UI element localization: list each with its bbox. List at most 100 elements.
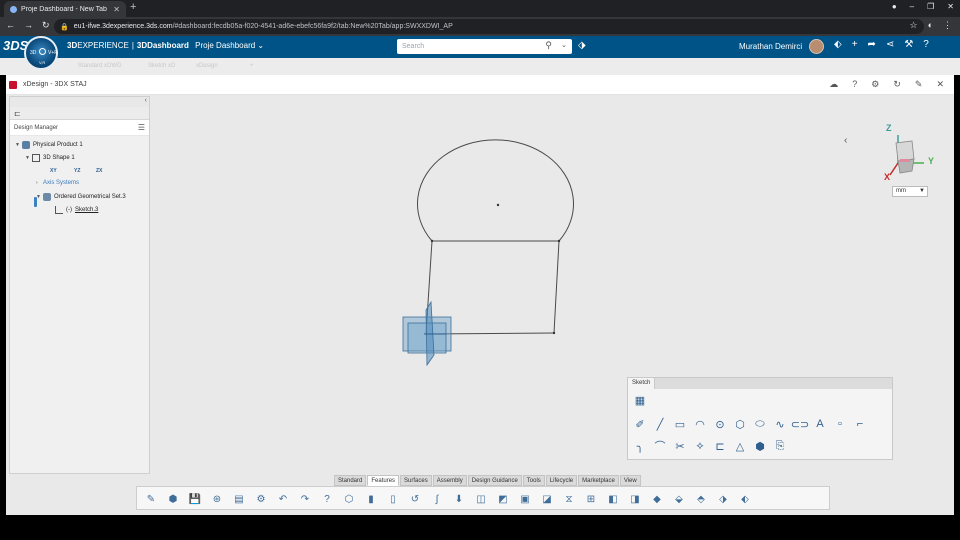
offset-tool-icon[interactable]: ⌒: [652, 438, 668, 454]
rib-icon[interactable]: ◨: [627, 491, 643, 507]
tab-features[interactable]: Features: [367, 475, 400, 486]
help-icon[interactable]: ?: [923, 39, 929, 50]
minimize-button[interactable]: –: [910, 2, 914, 11]
dashboard-name[interactable]: Proje Dashboard: [195, 41, 255, 50]
user-name[interactable]: Murathan Demirci: [739, 42, 802, 51]
plane-zx-icon[interactable]: ZX: [96, 168, 102, 174]
arc-tool-icon[interactable]: ◠: [692, 416, 708, 432]
dashboard-tab-2[interactable]: Sketch xD: [148, 63, 175, 69]
tab-design-guidance[interactable]: Design Guidance: [467, 475, 522, 486]
share-arrow-icon[interactable]: ➦: [868, 39, 876, 50]
new-tab-button[interactable]: +: [130, 1, 136, 13]
mirror-icon[interactable]: ⧖: [561, 491, 577, 507]
constraint-tool-icon[interactable]: △: [732, 438, 748, 454]
settings-icon[interactable]: ⚙: [871, 79, 879, 90]
draft-icon[interactable]: ◪: [539, 491, 555, 507]
refresh-icon[interactable]: ↻: [893, 79, 901, 90]
relations-tool-icon[interactable]: ⟡: [692, 438, 708, 454]
pin-icon[interactable]: ✎: [915, 79, 923, 90]
app-help-icon[interactable]: ?: [852, 79, 857, 90]
maximize-button[interactable]: ❐: [927, 2, 934, 11]
spline-tool-icon[interactable]: ∿: [772, 416, 788, 432]
exit-sketch-icon[interactable]: ⎘: [772, 438, 788, 454]
sketch-grid-icon[interactable]: ▦: [632, 392, 648, 408]
tag-icon[interactable]: ⬗: [578, 40, 586, 51]
point-tool-icon[interactable]: ▫: [832, 416, 848, 432]
dashboard-tab-1[interactable]: Standard xDWG: [78, 63, 122, 69]
smart-dimension-icon[interactable]: ✐: [632, 416, 648, 432]
search-input[interactable]: Search ⚲ ⌄: [397, 39, 572, 54]
expand-icon[interactable]: ›: [36, 180, 43, 186]
convert-entities-icon[interactable]: ⌐: [852, 416, 868, 432]
notifications-icon[interactable]: ⬖: [834, 39, 842, 50]
profile-icon[interactable]: ●: [892, 2, 897, 11]
circle-tool-icon[interactable]: ⊙: [712, 416, 728, 432]
dashboard-tab-add[interactable]: +: [250, 63, 254, 69]
tab-assembly[interactable]: Assembly: [432, 475, 467, 486]
tab-close-icon[interactable]: ✕: [113, 5, 120, 14]
fillet-tool-icon[interactable]: ╮: [632, 438, 648, 454]
trim-tool-icon[interactable]: ✂: [672, 438, 688, 454]
combine-icon[interactable]: ⬘: [693, 491, 709, 507]
sketch-arc[interactable]: [417, 139, 574, 242]
shell-icon[interactable]: ▣: [517, 491, 533, 507]
tab-standard[interactable]: Standard: [334, 475, 367, 486]
cloud-icon[interactable]: ☁: [829, 79, 838, 90]
cube-view-icon[interactable]: ⬡: [341, 491, 357, 507]
mirror-tool-icon[interactable]: ⊏: [712, 438, 728, 454]
sweep-icon[interactable]: ∫: [429, 491, 445, 507]
sketch-line-right[interactable]: [553, 240, 560, 334]
search-icon[interactable]: ⚲: [545, 40, 552, 51]
extrude-icon[interactable]: ▮: [363, 491, 379, 507]
thicken-icon[interactable]: ⬖: [737, 491, 753, 507]
navigation-cube[interactable]: Z Y X: [878, 123, 938, 183]
compass-icon[interactable]: 3D V+R V,R: [24, 36, 58, 70]
pattern-icon[interactable]: ⊞: [583, 491, 599, 507]
tree-node-sketch[interactable]: (-) Sketch.3: [55, 206, 98, 214]
app-close-icon[interactable]: ✕: [936, 79, 944, 90]
origin-planes[interactable]: [402, 300, 452, 367]
cut-extrude-icon[interactable]: ▯: [385, 491, 401, 507]
tab-lifecycle[interactable]: Lifecycle: [545, 475, 578, 486]
3d-sketch-icon[interactable]: ⬢: [752, 438, 768, 454]
fillet-icon[interactable]: ◫: [473, 491, 489, 507]
share-icon[interactable]: ⋖: [886, 39, 894, 50]
close-window-button[interactable]: ✕: [947, 2, 954, 11]
tree-node-geometrical-set[interactable]: ▼ Ordered Geometrical Set.3: [36, 193, 126, 201]
vertex-point[interactable]: [557, 239, 561, 243]
vertex-point[interactable]: [430, 239, 434, 243]
line-tool-icon[interactable]: ╱: [652, 416, 668, 432]
dashboard-caret-icon[interactable]: ⌄: [257, 41, 264, 50]
vertex-point[interactable]: [552, 331, 556, 335]
tree-selection-handle[interactable]: [34, 197, 37, 207]
3d-viewport[interactable]: ‹ ⊏ Design Manager ☰ ▼ Physical Product …: [6, 95, 954, 515]
save-icon[interactable]: 💾: [187, 491, 203, 507]
move-body-icon[interactable]: ⬙: [671, 491, 687, 507]
search-dropdown-icon[interactable]: ⌄: [561, 41, 567, 49]
tab-surfaces[interactable]: Surfaces: [400, 475, 432, 486]
tab-view[interactable]: View: [619, 475, 641, 486]
collapse-panel-icon[interactable]: ‹: [145, 97, 147, 104]
expand-icon[interactable]: ▼: [15, 142, 22, 148]
rectangle-tool-icon[interactable]: ▭: [672, 416, 688, 432]
loft-icon[interactable]: ⬇: [451, 491, 467, 507]
plane-xy-icon[interactable]: XY: [50, 168, 57, 174]
browser-menu-icon[interactable]: ⋮: [943, 20, 952, 31]
bookmark-star-icon[interactable]: ☆: [909, 20, 917, 31]
text-tool-icon[interactable]: A: [812, 416, 828, 432]
tree-node-product[interactable]: ▼ Physical Product 1: [15, 141, 83, 149]
arc-center-point[interactable]: [496, 203, 500, 207]
expand-icon[interactable]: ▼: [25, 155, 32, 161]
forward-button[interactable]: →: [24, 20, 33, 31]
expand-icon[interactable]: ▼: [36, 194, 43, 200]
help-circle-icon[interactable]: ?: [319, 491, 335, 507]
plane-icon[interactable]: ◆: [649, 491, 665, 507]
sketch-command-icon[interactable]: ✎: [143, 491, 159, 507]
dashboard-tab-3[interactable]: xDesign: [196, 63, 218, 69]
new-part-icon[interactable]: ⬢: [165, 491, 181, 507]
url-field[interactable]: 🔒 eu1-ifwe.3dexperience.3ds.com /#dashbo…: [54, 19, 924, 34]
tree-node-shape[interactable]: ▼ 3D Shape 1: [25, 154, 75, 162]
browser-tab[interactable]: Proje Dashboard - New Tab ✕: [4, 1, 126, 17]
properties-icon[interactable]: ▤: [231, 491, 247, 507]
redo-icon[interactable]: ↷: [297, 491, 313, 507]
